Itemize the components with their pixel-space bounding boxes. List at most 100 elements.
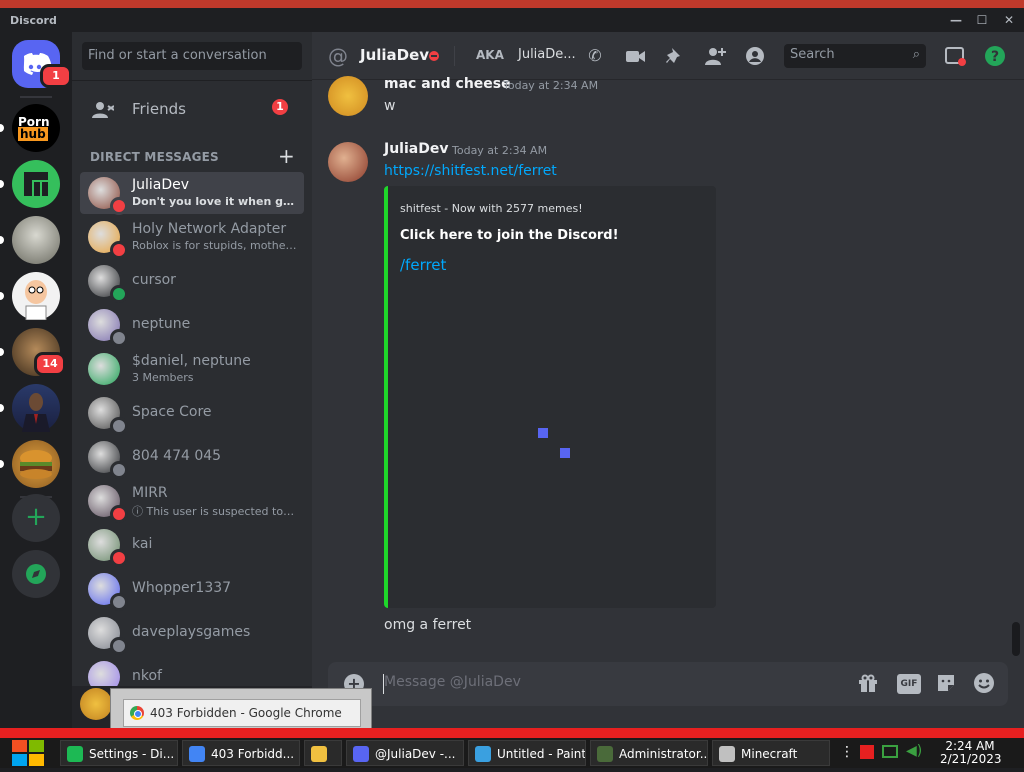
scrollbar[interactable] <box>1012 622 1020 656</box>
taskbar-item[interactable]: Administrator... <box>590 740 708 766</box>
taskbar-item[interactable]: 403 Forbidd... <box>182 740 300 766</box>
window-title: Discord <box>10 14 57 27</box>
taskbar-item-label: Untitled - Paint <box>497 747 586 761</box>
app-icon <box>353 746 369 762</box>
video-call-icon[interactable] <box>624 45 646 67</box>
clock-date: 2/21/2023 <box>940 752 1002 766</box>
flag-icon[interactable] <box>860 745 874 759</box>
message-composer[interactable]: + Message @JuliaDev GIF <box>328 662 1008 706</box>
explore-servers-button[interactable] <box>12 550 60 598</box>
volume-icon[interactable]: ◀) <box>906 743 922 759</box>
link-embed: shitfest - Now with 2577 memes! Click he… <box>384 186 716 608</box>
dm-name: Whopper1337 <box>132 580 232 596</box>
server-icon-5[interactable]: 14 <box>0 328 66 376</box>
message-link[interactable]: https://shitfest.net/ferret <box>384 163 557 179</box>
add-friends-to-dm-icon[interactable] <box>704 45 726 67</box>
home-button[interactable]: 1 <box>12 40 72 88</box>
unread-pill <box>0 236 4 244</box>
online-status-icon <box>110 285 128 303</box>
dm-item[interactable]: 804 474 045 <box>80 436 304 479</box>
message-avatar[interactable] <box>328 142 368 182</box>
unread-pill <box>0 180 4 188</box>
dm-item[interactable]: Whopper1337 <box>80 568 304 611</box>
server-icon-2[interactable] <box>0 160 60 208</box>
server-icon-1[interactable]: Porn hub <box>0 104 60 152</box>
emoji-icon[interactable] <box>972 672 996 696</box>
dm-item[interactable]: neptune <box>80 304 304 347</box>
offline-status-icon <box>110 637 128 655</box>
sticker-icon[interactable] <box>934 672 958 696</box>
server-icon-7[interactable] <box>0 440 60 488</box>
pin-icon <box>666 48 680 63</box>
add-user-icon <box>705 48 726 65</box>
gift-icon[interactable] <box>856 672 880 696</box>
dm-name: 804 474 045 <box>132 448 222 464</box>
windows-logo-icon <box>12 740 44 766</box>
overflow-menu-icon[interactable]: ⋮ <box>840 744 854 760</box>
app-icon <box>719 746 735 762</box>
loading-indicator-icon <box>538 428 548 438</box>
pinned-messages-icon[interactable] <box>664 45 686 67</box>
dm-item[interactable]: kai <box>80 524 304 567</box>
unread-pill <box>0 404 4 412</box>
unread-pill <box>0 460 4 468</box>
search-placeholder: Search <box>790 47 835 62</box>
help-icon[interactable]: ? <box>984 45 1006 67</box>
dm-item[interactable]: daveplaysgames <box>80 612 304 655</box>
dnd-status-icon <box>429 51 439 61</box>
chrome-icon <box>130 706 144 720</box>
preview-window-item[interactable]: 403 Forbidden - Google Chrome <box>123 699 361 727</box>
voice-call-icon[interactable]: ✆ <box>584 45 606 67</box>
network-icon[interactable] <box>882 745 898 758</box>
embed-description[interactable]: /ferret <box>400 256 446 274</box>
message-author[interactable]: JuliaDev <box>384 141 448 157</box>
dnd-status-icon <box>110 549 128 567</box>
message-avatar[interactable] <box>328 76 368 116</box>
dm-search-input[interactable]: Find or start a conversation <box>82 42 302 70</box>
system-clock[interactable]: 2:24 AM 2/21/2023 <box>940 740 1002 766</box>
sticker-page-icon <box>938 675 954 691</box>
preview-title: 403 Forbidden - Google Chrome <box>150 706 342 720</box>
start-button[interactable] <box>8 738 48 768</box>
message-input[interactable]: Message @JuliaDev <box>384 674 521 690</box>
dm-subtext: ⓘ This user is suspected to h... <box>132 505 297 518</box>
question-icon: ? <box>985 46 1005 66</box>
dm-item[interactable]: $daniel, neptune 3 Members <box>80 348 304 390</box>
friends-nav-item[interactable]: Friends 1 <box>80 90 304 130</box>
embed-title[interactable]: Click here to join the Discord! <box>400 228 619 243</box>
dm-item[interactable]: cursor <box>80 260 304 303</box>
taskbar-item[interactable]: Minecraft <box>712 740 830 766</box>
taskbar-item-label: @JuliaDev -... <box>375 747 456 761</box>
dm-section-header: DIRECT MESSAGES <box>90 150 219 164</box>
channel-name[interactable]: JuliaDev <box>360 46 429 64</box>
message-text: omg a ferret <box>384 617 472 633</box>
taskbar-item[interactable]: Untitled - Paint <box>468 740 586 766</box>
chat-search-input[interactable]: Search ⌕ <box>784 44 926 68</box>
maximize-button[interactable]: ☐ <box>974 12 990 28</box>
dm-item[interactable]: JuliaDev Don't you love it when govern... <box>80 172 304 215</box>
aka-label: AKA <box>476 48 504 62</box>
profile-icon <box>746 47 764 65</box>
offline-status-icon <box>110 417 128 435</box>
create-dm-button[interactable]: + <box>278 144 295 168</box>
message-author[interactable]: mac and cheese <box>384 76 511 92</box>
server-icon-4[interactable] <box>0 272 60 321</box>
minimize-button[interactable]: — <box>948 12 964 28</box>
aka-value[interactable]: JuliaDe... <box>518 47 576 62</box>
user-profile-icon[interactable] <box>744 45 766 67</box>
close-button[interactable]: ✕ <box>1001 12 1017 28</box>
inbox-icon[interactable] <box>944 45 966 67</box>
home-badge: 1 <box>40 64 72 88</box>
taskbar-item[interactable]: Settings - Di... <box>60 740 178 766</box>
dm-item[interactable]: MIRR ⓘ This user is suspected to h... <box>80 480 304 523</box>
dm-item[interactable]: Space Core <box>80 392 304 435</box>
user-avatar[interactable] <box>80 688 112 720</box>
add-server-button[interactable]: + <box>12 494 60 542</box>
server-icon-3[interactable] <box>0 216 60 264</box>
friends-label: Friends <box>132 100 186 118</box>
server-icon-6[interactable] <box>0 384 60 432</box>
taskbar-item[interactable]: @JuliaDev -... <box>346 740 464 766</box>
dm-item[interactable]: Holy Network Adapter Roblox is for stupid… <box>80 216 304 259</box>
gif-button[interactable]: GIF <box>897 674 921 694</box>
taskbar-item[interactable] <box>304 740 342 766</box>
